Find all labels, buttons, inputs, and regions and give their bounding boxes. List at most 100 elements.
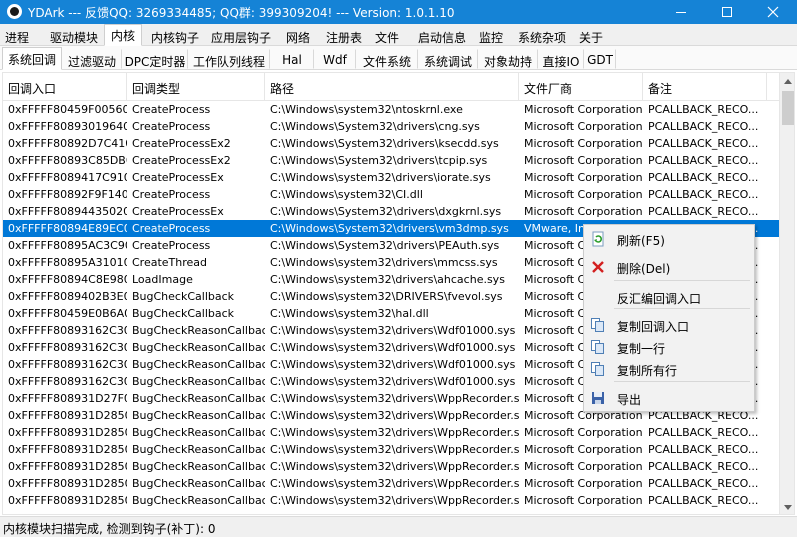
title-bar: YDArk --- 反馈QQ: 3269334485; QQ群: 3993092… (0, 0, 797, 24)
main-tab[interactable]: 系统杂项 (512, 26, 572, 45)
sub-tab[interactable]: 工作队列线程 (188, 49, 270, 69)
table-cell: 0xFFFFF80459F00560 (8, 103, 127, 116)
column-header[interactable]: 备注 (643, 73, 767, 101)
column-header[interactable]: 回调入口 (3, 73, 127, 101)
sub-tab[interactable]: GDT (584, 49, 616, 69)
table-row[interactable]: 0xFFFFF808931D2850 BugCheckReasonCallback… (3, 492, 779, 509)
table-cell: C:\Windows\System32\drivers\vm3dmp.sys (270, 222, 509, 235)
sub-tab[interactable]: 文件系统 (356, 49, 418, 69)
sub-tab[interactable]: 对象劫持 (478, 49, 538, 69)
table-cell: BugCheckReasonCallback (132, 392, 265, 405)
table-cell: C:\Windows\system32\drivers\WppRecorder.… (270, 477, 519, 490)
table-row[interactable]: 0xFFFFF80893C85DB0 CreateProcessEx2 C:\Win… (3, 152, 779, 169)
table-row[interactable]: 0xFFFFF80894435020 CreateProcessEx C:\Wind… (3, 203, 779, 220)
context-menu-item[interactable]: 复制一行 (586, 336, 752, 358)
vertical-scrollbar[interactable] (779, 73, 794, 514)
table-cell: BugCheckReasonCallback (132, 409, 265, 422)
context-menu-label: 复制一行 (617, 342, 666, 356)
table-cell: 0xFFFFF808931D2850 (8, 409, 127, 422)
table-cell: Microsoft Corporation (524, 154, 643, 167)
context-menu-item[interactable]: 导出 (586, 387, 752, 409)
main-tab[interactable]: 关于 (574, 26, 608, 45)
column-header[interactable]: 文件厂商 (519, 73, 643, 101)
main-tab[interactable]: 监控 (472, 26, 510, 45)
main-tab[interactable]: 文件 (370, 26, 404, 45)
table-cell: C:\Windows\System32\drivers\tcpip.sys (270, 154, 488, 167)
main-tab-bar: 进程 驱动模块 内核 内核钩子 应用层钩子 网络 注册表 文件 启动信息 监控 系统杂项 关于 (0, 24, 797, 46)
table-cell: 0xFFFFF808931D2850 (8, 443, 127, 456)
sub-tab[interactable]: Wdf (314, 49, 356, 69)
main-tab[interactable]: 进程 (0, 26, 34, 45)
table-cell: PCALLBACK_RECO... (648, 443, 759, 456)
table-cell: PCALLBACK_RECO... (648, 477, 759, 490)
sub-tab[interactable]: 过滤驱动 (62, 49, 122, 69)
menu-separator (614, 280, 750, 281)
table-cell: 0xFFFFF808931D27F0 (8, 392, 127, 405)
table-cell: 0xFFFFF80892F9F140 (8, 188, 127, 201)
table-cell: C:\Windows\system32\DRIVERS\fvevol.sys (270, 290, 503, 303)
sub-tab[interactable]: DPC定时器 (122, 49, 188, 69)
main-tab[interactable]: 注册表 (320, 26, 368, 45)
table-cell: C:\Windows\system32\drivers\WppRecorder.… (270, 494, 519, 507)
table-cell: LoadImage (132, 273, 193, 286)
table-cell: BugCheckReasonCallback (132, 443, 265, 456)
table-row[interactable]: 0xFFFFF80893019640 CreateProcess C:\Window… (3, 118, 779, 135)
save-icon (590, 390, 606, 406)
table-cell: C:\Windows\system32\drivers\Wdf01000.sys (270, 375, 516, 388)
sub-tab[interactable]: 系统回调 (2, 47, 62, 70)
main-tab[interactable]: 驱动模块 (41, 26, 107, 45)
table-row[interactable]: 0xFFFFF808931D2850 BugCheckReasonCallback… (3, 458, 779, 475)
table-row[interactable]: 0xFFFFF80892F9F140 CreateProcess C:\Window… (3, 186, 779, 203)
main-tab[interactable]: 内核钩子 (146, 26, 204, 45)
sub-tab[interactable]: 系统调试 (418, 49, 478, 69)
scroll-down-icon[interactable] (780, 499, 794, 514)
context-menu-label: 刷新(F5) (617, 234, 665, 248)
context-menu-item[interactable]: 复制所有行 (586, 358, 752, 380)
main-tab[interactable]: 网络 (278, 26, 318, 45)
table-row[interactable]: 0xFFFFF808931D2850 BugCheckReasonCallback… (3, 475, 779, 492)
sub-tab[interactable]: Hal (270, 49, 314, 69)
table-cell: 0xFFFFF80893C85DB0 (8, 154, 127, 167)
table-row[interactable]: 0xFFFFF8089417C910 CreateProcessEx C:\Wind… (3, 169, 779, 186)
column-header[interactable]: 路径 (265, 73, 519, 101)
column-header[interactable]: 回调类型 (127, 73, 265, 101)
table-cell: 0xFFFFF808931D2850 (8, 460, 127, 473)
table-row[interactable]: 0xFFFFF808931D2850 BugCheckReasonCallback… (3, 424, 779, 441)
table-cell: 0xFFFFF80893162C30 (8, 375, 127, 388)
table-cell: Microsoft Corporation (524, 137, 643, 150)
table-cell: Microsoft Corporation (524, 426, 643, 439)
maximize-button[interactable] (704, 0, 750, 24)
context-menu-item[interactable]: 删除(Del) (586, 256, 752, 278)
menu-separator (614, 381, 750, 382)
table-cell: 0xFFFFF808931D2850 (8, 426, 127, 439)
table-cell: BugCheckReasonCallback (132, 324, 265, 337)
table-row[interactable]: 0xFFFFF80892D7C410 CreateProcessEx2 C:\Win… (3, 135, 779, 152)
table-cell: C:\Windows\system32\drivers\iorate.sys (270, 171, 491, 184)
table-cell: BugCheckCallback (132, 290, 235, 303)
sub-tab[interactable]: 直接IO (538, 49, 584, 69)
table-cell: CreateProcess (132, 120, 211, 133)
table-cell: 0xFFFFF80893162C30 (8, 341, 127, 354)
main-tab[interactable]: 应用层钩子 (206, 26, 276, 45)
close-button[interactable] (750, 0, 796, 24)
table-cell: 0xFFFFF80893019640 (8, 120, 127, 133)
context-menu-item[interactable]: 反汇编回调入口 (586, 286, 752, 308)
table-row[interactable]: 0xFFFFF80459F00560 CreateProcess C:\Window… (3, 101, 779, 118)
table-cell: C:\Windows\system32\drivers\mmcss.sys (270, 256, 498, 269)
minimize-button[interactable] (658, 0, 704, 24)
menu-separator (614, 308, 750, 309)
table-cell: PCALLBACK_RECO... (648, 188, 759, 201)
table-cell: C:\Windows\System32\drivers\cng.sys (270, 120, 480, 133)
scroll-thumb[interactable] (782, 91, 794, 125)
main-tab[interactable]: 内核 (104, 24, 142, 46)
table-cell: PCALLBACK_RECO... (648, 494, 759, 507)
window-title: YDArk --- 反馈QQ: 3269334485; QQ群: 3993092… (28, 6, 455, 20)
table-row[interactable]: 0xFFFFF808931D2850 BugCheckReasonCallback… (3, 441, 779, 458)
context-menu-item[interactable]: 复制回调入口 (586, 314, 752, 336)
table-cell: C:\Windows\System32\drivers\dxgkrnl.sys (270, 205, 502, 218)
table-cell: C:\Windows\system32\CI.dll (270, 188, 423, 201)
main-tab[interactable]: 启动信息 (412, 26, 472, 45)
scroll-up-icon[interactable] (780, 73, 794, 90)
status-text: 内核模块扫描完成, 检测到钩子(补丁): 0 (3, 522, 216, 536)
context-menu-item[interactable]: 刷新(F5) (586, 228, 752, 250)
